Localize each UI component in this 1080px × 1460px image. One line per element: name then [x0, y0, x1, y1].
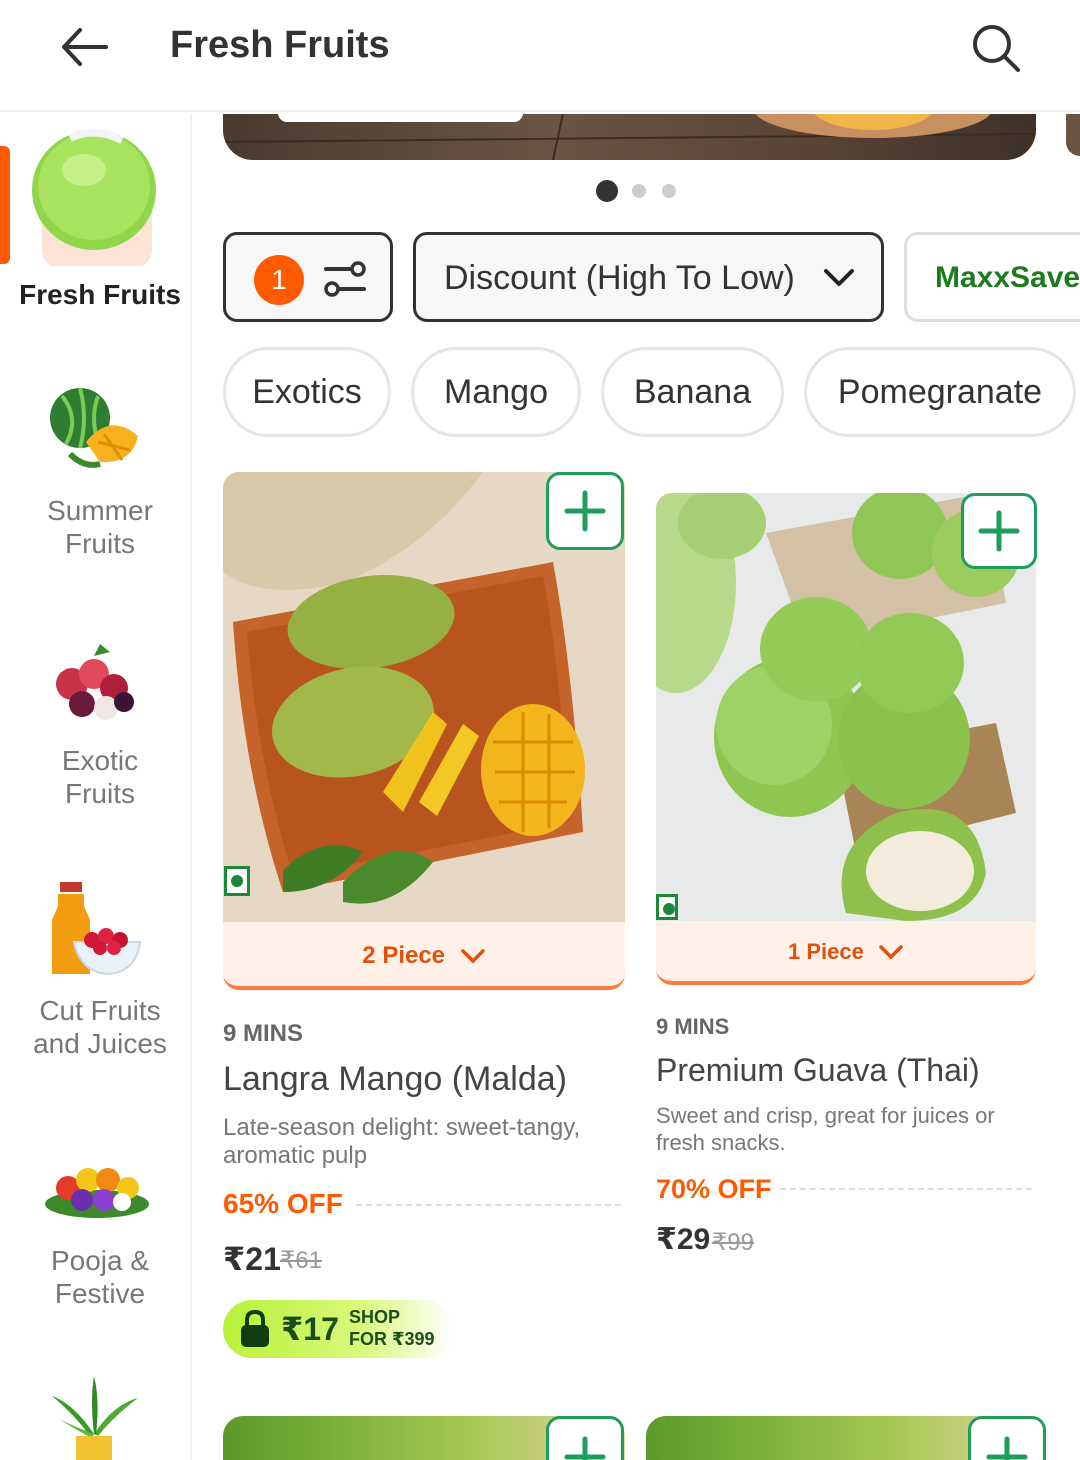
- sidebar-item-plants[interactable]: [0, 1364, 192, 1460]
- chevron-down-icon: [460, 949, 485, 964]
- veg-icon: [224, 866, 250, 896]
- sidebar-item-summer-fruits[interactable]: Summer Fruits: [0, 364, 192, 574]
- promo-banner[interactable]: [223, 114, 1036, 160]
- add-to-cart-button[interactable]: [961, 493, 1037, 569]
- sidebar-item-label: Summer Fruits: [47, 495, 153, 559]
- sliders-icon: [322, 259, 368, 304]
- add-to-cart-button[interactable]: [968, 1416, 1046, 1460]
- product-description: Late-season delight: sweet-tangy, aromat…: [223, 1114, 581, 1169]
- search-icon[interactable]: [968, 20, 1024, 76]
- mrp: ₹61: [280, 1247, 322, 1274]
- add-to-cart-button[interactable]: [546, 472, 624, 550]
- plant-icon: [44, 1374, 144, 1460]
- chip-pomegranate[interactable]: Pomegranate: [804, 347, 1076, 437]
- sidebar-item-fresh-fruits[interactable]: Fresh Fruits: [0, 114, 192, 344]
- quantity-selector[interactable]: 1 Piece: [656, 921, 1036, 985]
- coconut-icon: [30, 126, 158, 268]
- delivery-eta: 9 MINS: [656, 1014, 730, 1039]
- carousel-dot: [662, 184, 676, 198]
- sidebar-item-label: Cut Fruits and Juices: [33, 995, 167, 1059]
- divider: [356, 1204, 621, 1206]
- price: ₹29: [656, 1223, 711, 1256]
- chevron-down-icon: [822, 265, 856, 294]
- veg-icon: [656, 894, 678, 920]
- sidebar-item-label: Fresh Fruits: [19, 279, 181, 310]
- chevron-down-icon: [879, 945, 903, 960]
- delivery-eta: 9 MINS: [223, 1020, 304, 1047]
- lock-icon: [239, 1309, 271, 1353]
- price: ₹21: [223, 1241, 281, 1277]
- sort-dropdown[interactable]: Discount (High To Low): [413, 232, 884, 322]
- mrp: ₹99: [712, 1229, 754, 1256]
- category-sidebar: Fresh Fruits Summer Fruits Exotic Fruits…: [0, 114, 192, 1460]
- back-arrow-icon[interactable]: [56, 22, 116, 72]
- top-app-bar: Fresh Fruits: [0, 0, 1080, 112]
- chip-mango[interactable]: Mango: [411, 347, 581, 437]
- next-banner-peek: [1066, 114, 1080, 156]
- chip-banana[interactable]: Banana: [601, 347, 784, 437]
- maxxsave-label: MaxxSave: [935, 261, 1080, 294]
- quantity-selector[interactable]: 2 Piece: [223, 922, 625, 990]
- add-to-cart-button[interactable]: [546, 1416, 624, 1460]
- sidebar-item-label: Pooja & Festive: [50, 1245, 150, 1309]
- member-deal-badge[interactable]: ₹17 SHOP FOR ₹399: [223, 1300, 453, 1358]
- chip-exotics[interactable]: Exotics: [223, 347, 391, 437]
- quantity-label: 2 Piece: [362, 942, 446, 969]
- filter-button[interactable]: 1: [223, 232, 393, 322]
- discount-label: 65% OFF: [223, 1188, 343, 1219]
- juice-icon: [40, 876, 152, 988]
- watermelon-mango-icon: [40, 372, 152, 484]
- filter-count-badge: 1: [254, 255, 304, 305]
- quantity-label: 1 Piece: [788, 939, 864, 964]
- carousel-dot: [632, 184, 646, 198]
- sort-label: Discount (High To Low): [444, 259, 795, 297]
- sidebar-item-exotic-fruits[interactable]: Exotic Fruits: [0, 614, 192, 824]
- deal-price: ₹17: [281, 1311, 339, 1347]
- berries-icon: [40, 626, 152, 738]
- maxxsave-button[interactable]: MaxxSave: [904, 232, 1080, 322]
- product-description: Sweet and crisp, great for juices or fre…: [656, 1103, 995, 1155]
- divider: [780, 1188, 1032, 1190]
- product-name[interactable]: Premium Guava (Thai): [656, 1052, 980, 1089]
- sidebar-item-cut-fruits[interactable]: Cut Fruits and Juices: [0, 864, 192, 1074]
- product-name[interactable]: Langra Mango (Malda): [223, 1060, 567, 1099]
- flowers-icon: [42, 1128, 152, 1240]
- page-title: Fresh Fruits: [170, 24, 390, 66]
- deal-condition: SHOP FOR ₹399: [349, 1307, 435, 1349]
- sidebar-item-label: Exotic Fruits: [61, 745, 139, 809]
- carousel-dot-active: [596, 180, 618, 202]
- discount-label: 70% OFF: [656, 1174, 772, 1204]
- sidebar-item-pooja-festive[interactable]: Pooja & Festive: [0, 1114, 192, 1324]
